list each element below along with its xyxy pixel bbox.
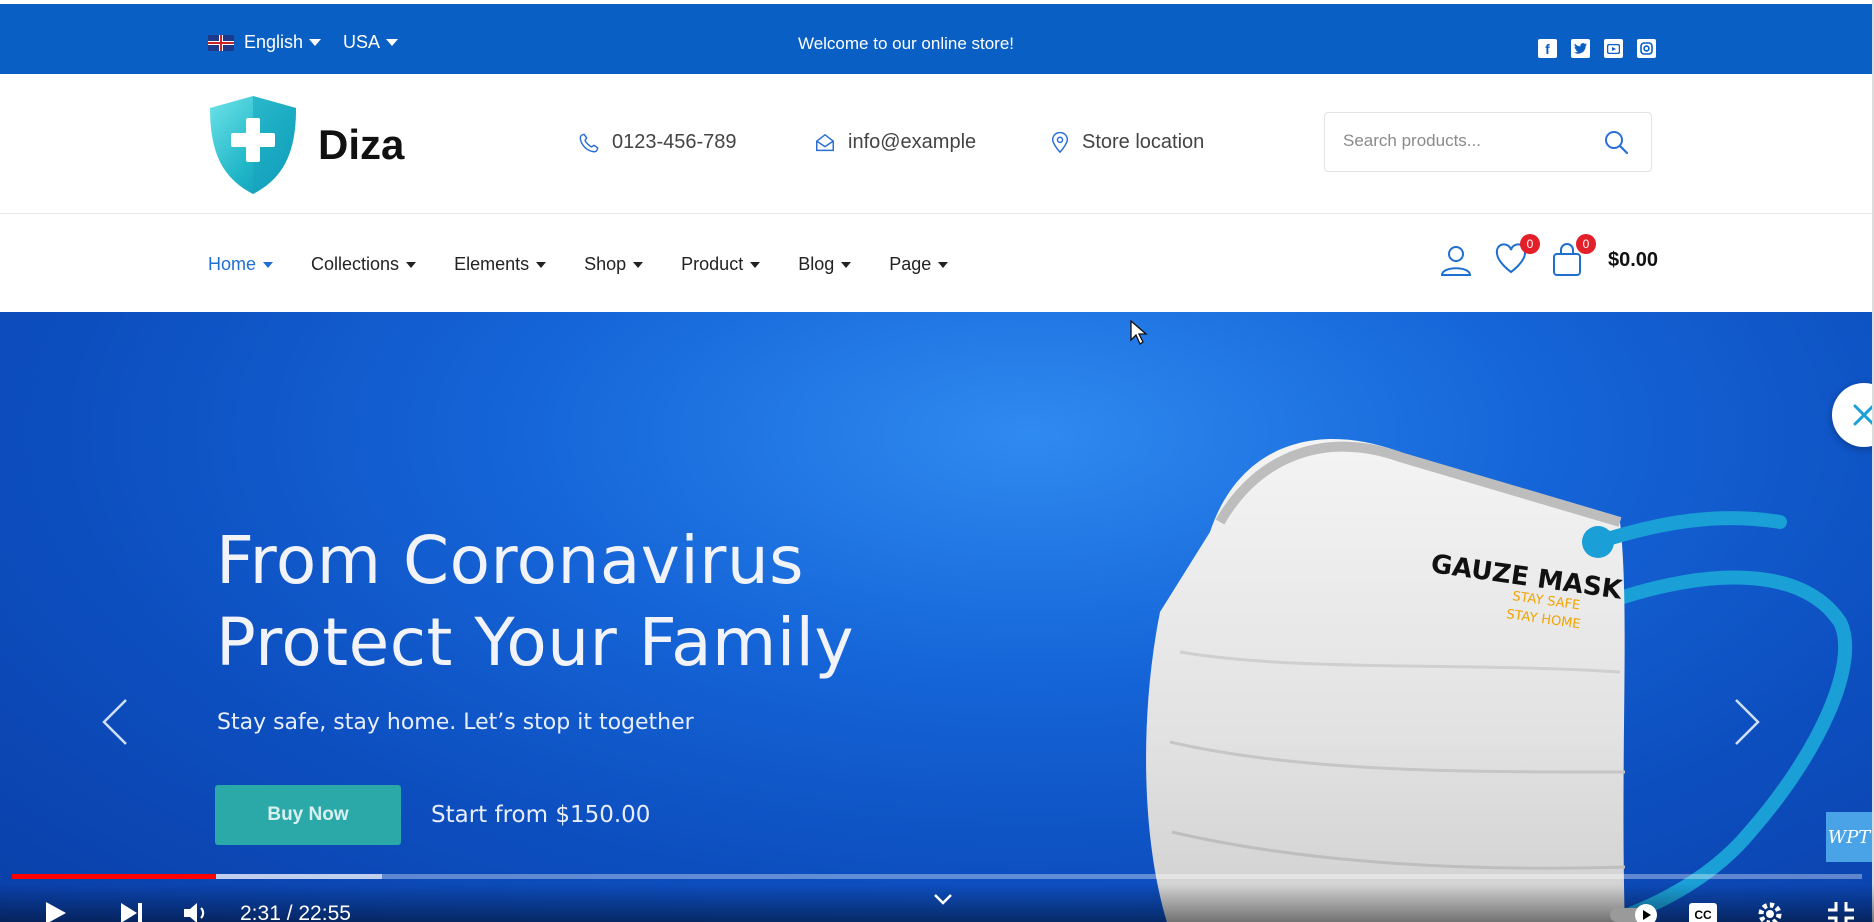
nav-item-label: Page: [889, 254, 932, 274]
store-location[interactable]: Store location: [1050, 131, 1204, 154]
email-contact[interactable]: info@example: [814, 131, 976, 154]
video-controls: 2:31 / 22:55 CC: [0, 884, 1874, 922]
main-navigation: Home Collections Elements Shop Product B…: [0, 214, 1872, 312]
watermark: WPT: [1826, 812, 1872, 862]
logo[interactable]: Diza: [206, 94, 404, 196]
nav-item-elements[interactable]: Elements: [454, 254, 547, 275]
search-input[interactable]: [1343, 131, 1593, 151]
caret-down-icon: [750, 261, 761, 268]
next-video-icon[interactable]: [118, 900, 144, 922]
nav-item-label: Blog: [798, 254, 835, 274]
nav-item-collections[interactable]: Collections: [311, 254, 417, 275]
mouse-cursor-icon: [1130, 320, 1148, 345]
video-frame: English USA Welcome to our online store!…: [0, 0, 1874, 922]
nav-item-label: Product: [681, 254, 744, 274]
mail-open-icon: [816, 133, 834, 151]
slider-prev-arrow-icon[interactable]: [96, 692, 136, 752]
cart-button[interactable]: 0: [1550, 234, 1596, 278]
twitter-icon[interactable]: [1571, 39, 1590, 58]
header-actions: 0 0 $0.00: [1438, 234, 1658, 278]
phone-number: 0123-456-789: [612, 131, 737, 153]
website: English USA Welcome to our online store!…: [0, 0, 1872, 922]
chevron-down-icon[interactable]: [932, 892, 954, 906]
brand-name: Diza: [318, 121, 405, 168]
nav-item-label: Home: [208, 254, 257, 274]
caret-down-icon: [406, 261, 417, 268]
video-time: 2:31 / 22:55: [240, 902, 351, 922]
nav-item-label: Collections: [311, 254, 400, 274]
nav-item-product[interactable]: Product: [681, 254, 761, 275]
volume-icon[interactable]: [182, 900, 212, 922]
user-icon: [1440, 246, 1472, 276]
svg-text:CC: CC: [1694, 908, 1712, 922]
map-pin-icon: [1051, 131, 1069, 153]
play-icon[interactable]: [42, 900, 68, 922]
caret-down-icon: [938, 261, 949, 268]
nav-item-shop[interactable]: Shop: [584, 254, 644, 275]
phone-contact[interactable]: 0123-456-789: [578, 131, 737, 154]
search-box: [1324, 112, 1652, 172]
hero-title-line-2: Protect Your Family: [216, 604, 855, 681]
search-icon[interactable]: [1603, 129, 1629, 155]
hero-price: Start from $150.00: [431, 802, 651, 828]
site-header: Diza 0123-456-789 info@example Store loc…: [0, 74, 1872, 214]
gauze-mask-image: GAUZE MASK STAY SAFE STAY HOME: [1146, 439, 1853, 922]
phone-icon: [579, 132, 599, 152]
wishlist-button[interactable]: 0: [1494, 234, 1540, 278]
hero-slider: GAUZE MASK STAY SAFE STAY HOME From Coro…: [0, 312, 1872, 922]
video-progress-bar[interactable]: [12, 874, 1862, 879]
social-links: f: [1538, 39, 1656, 58]
nav-menu: Home Collections Elements Shop Product B…: [208, 254, 986, 275]
hero-title: From Coronavirus Protect Your Family: [216, 520, 854, 684]
hero-title-line-1: From Coronavirus: [216, 522, 805, 599]
email-address: info@example: [848, 131, 977, 153]
nav-item-blog[interactable]: Blog: [798, 254, 852, 275]
exit-fullscreen-icon[interactable]: [1826, 900, 1856, 922]
caret-down-icon: [536, 261, 547, 268]
nav-item-home[interactable]: Home: [208, 254, 274, 275]
wishlist-count-badge: 0: [1520, 234, 1540, 254]
youtube-icon[interactable]: [1604, 39, 1623, 58]
caret-down-icon: [841, 261, 852, 268]
cart-total[interactable]: $0.00: [1608, 249, 1658, 272]
settings-gear-icon[interactable]: [1756, 900, 1784, 922]
caret-down-icon: [263, 261, 274, 268]
location-label: Store location: [1082, 131, 1205, 153]
welcome-message: Welcome to our online store!: [797, 34, 1015, 53]
played-bar: [12, 874, 216, 879]
buy-now-button[interactable]: Buy Now: [215, 785, 401, 845]
nav-item-label: Shop: [584, 254, 627, 274]
autoplay-toggle-icon[interactable]: [1608, 902, 1662, 922]
account-button[interactable]: [1438, 242, 1474, 278]
instagram-icon[interactable]: [1637, 39, 1656, 58]
nav-item-label: Elements: [454, 254, 530, 274]
shield-logo-icon: [210, 96, 296, 194]
captions-icon[interactable]: CC: [1688, 902, 1718, 922]
top-bar: English USA Welcome to our online store!…: [0, 4, 1872, 74]
slider-next-arrow-icon[interactable]: [1726, 692, 1766, 752]
cart-count-badge: 0: [1576, 234, 1596, 254]
facebook-icon[interactable]: f: [1538, 39, 1557, 58]
hero-subtitle: Stay safe, stay home. Let’s stop it toge…: [217, 710, 694, 735]
caret-down-icon: [633, 261, 644, 268]
close-icon: [1853, 404, 1872, 426]
nav-item-page[interactable]: Page: [889, 254, 949, 275]
